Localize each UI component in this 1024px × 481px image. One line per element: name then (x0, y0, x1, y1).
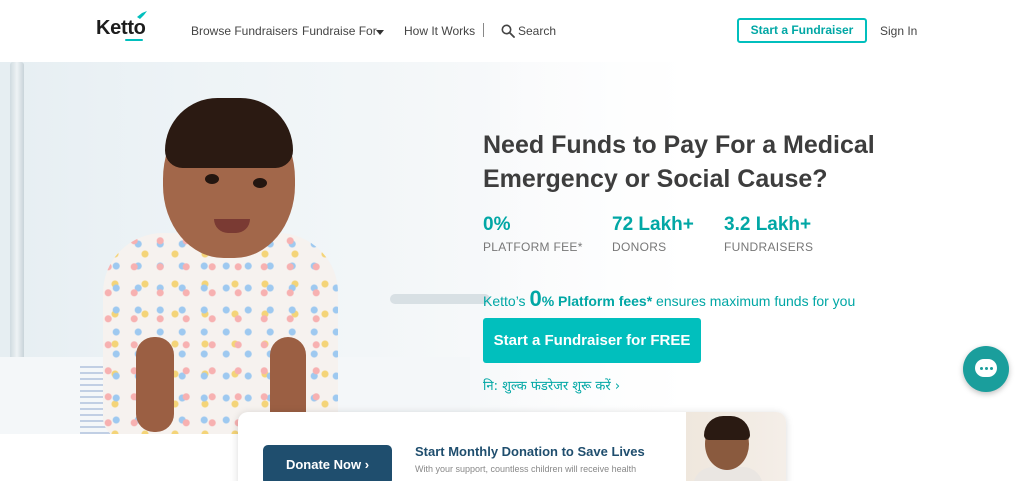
monthly-donation-card: Donate Now › Start Monthly Donation to S… (238, 412, 786, 481)
stat-fundraisers-label: FUNDRAISERS (724, 240, 814, 254)
chat-dot (990, 367, 993, 370)
stat-donors-value: 72 Lakh+ (612, 214, 694, 235)
child-arm-left (136, 337, 174, 432)
monthly-donation-subtitle: With your support, countless children wi… (415, 464, 637, 474)
nav-divider (483, 23, 484, 37)
fee-prefix: Ketto’s (483, 293, 530, 309)
hero-section: Need Funds to Pay For a Medical Emergenc… (0, 62, 1024, 481)
monthly-donation-title: Start Monthly Donation to Save Lives (415, 444, 645, 459)
chat-dot (985, 367, 988, 370)
logo-accent (125, 39, 143, 41)
start-fundraiser-button[interactable]: Start a Fundraiser (737, 18, 867, 43)
stat-fundraisers-value: 3.2 Lakh+ (724, 214, 812, 235)
child-eye (205, 174, 219, 184)
ketto-logo[interactable]: Ketto (96, 17, 146, 40)
donate-now-button[interactable]: Donate Now › (263, 445, 392, 481)
chevron-right-icon: › (614, 379, 621, 394)
nav-search[interactable]: Search (518, 24, 556, 38)
stat-platform-fee-value: 0% (483, 214, 511, 235)
chat-dot (980, 367, 983, 370)
search-icon[interactable] (501, 24, 515, 38)
nav-how-it-works[interactable]: How It Works (404, 24, 475, 38)
platform-fee-tagline: Ketto’s 0% Platform fees* ensures maximu… (483, 286, 855, 312)
child-eye (253, 178, 267, 188)
stat-donors-label: DONORS (612, 240, 667, 254)
sign-in-link[interactable]: Sign In (880, 24, 917, 38)
hero-headline: Need Funds to Pay For a Medical Emergenc… (483, 131, 875, 193)
donate-now-label: Donate Now (285, 457, 362, 472)
child-hair (165, 98, 293, 168)
start-fundraiser-free-button[interactable]: Start a Fundraiser for FREE (483, 318, 701, 363)
nav-browse-fundraisers[interactable]: Browse Fundraisers (191, 24, 298, 38)
hindi-start-fundraiser-link[interactable]: नि: शुल्क फंडरेजर शुरू करें › (483, 376, 620, 394)
bird-icon (137, 11, 147, 19)
hindi-link-text: नि: शुल्क फंडरेजर शुरू करें (483, 379, 611, 394)
fee-suffix: ensures maximum funds for you (652, 293, 856, 309)
bed-rail-side (390, 294, 490, 304)
stat-platform-fee-label: PLATFORM FEE* (483, 240, 583, 254)
chevron-right-icon: › (364, 457, 370, 472)
site-header: Ketto Browse Fundraisers Fundraise For H… (0, 0, 1024, 62)
chat-button[interactable] (963, 346, 1009, 392)
fee-platform-fees: % Platform fees* (541, 293, 653, 309)
nav-fundraise-for[interactable]: Fundraise For (302, 24, 377, 38)
bed-rail (10, 62, 24, 392)
card-child-hair (704, 416, 750, 440)
fee-zero: 0 (529, 286, 542, 311)
chat-icon (975, 359, 997, 377)
chevron-down-icon[interactable] (376, 30, 384, 35)
